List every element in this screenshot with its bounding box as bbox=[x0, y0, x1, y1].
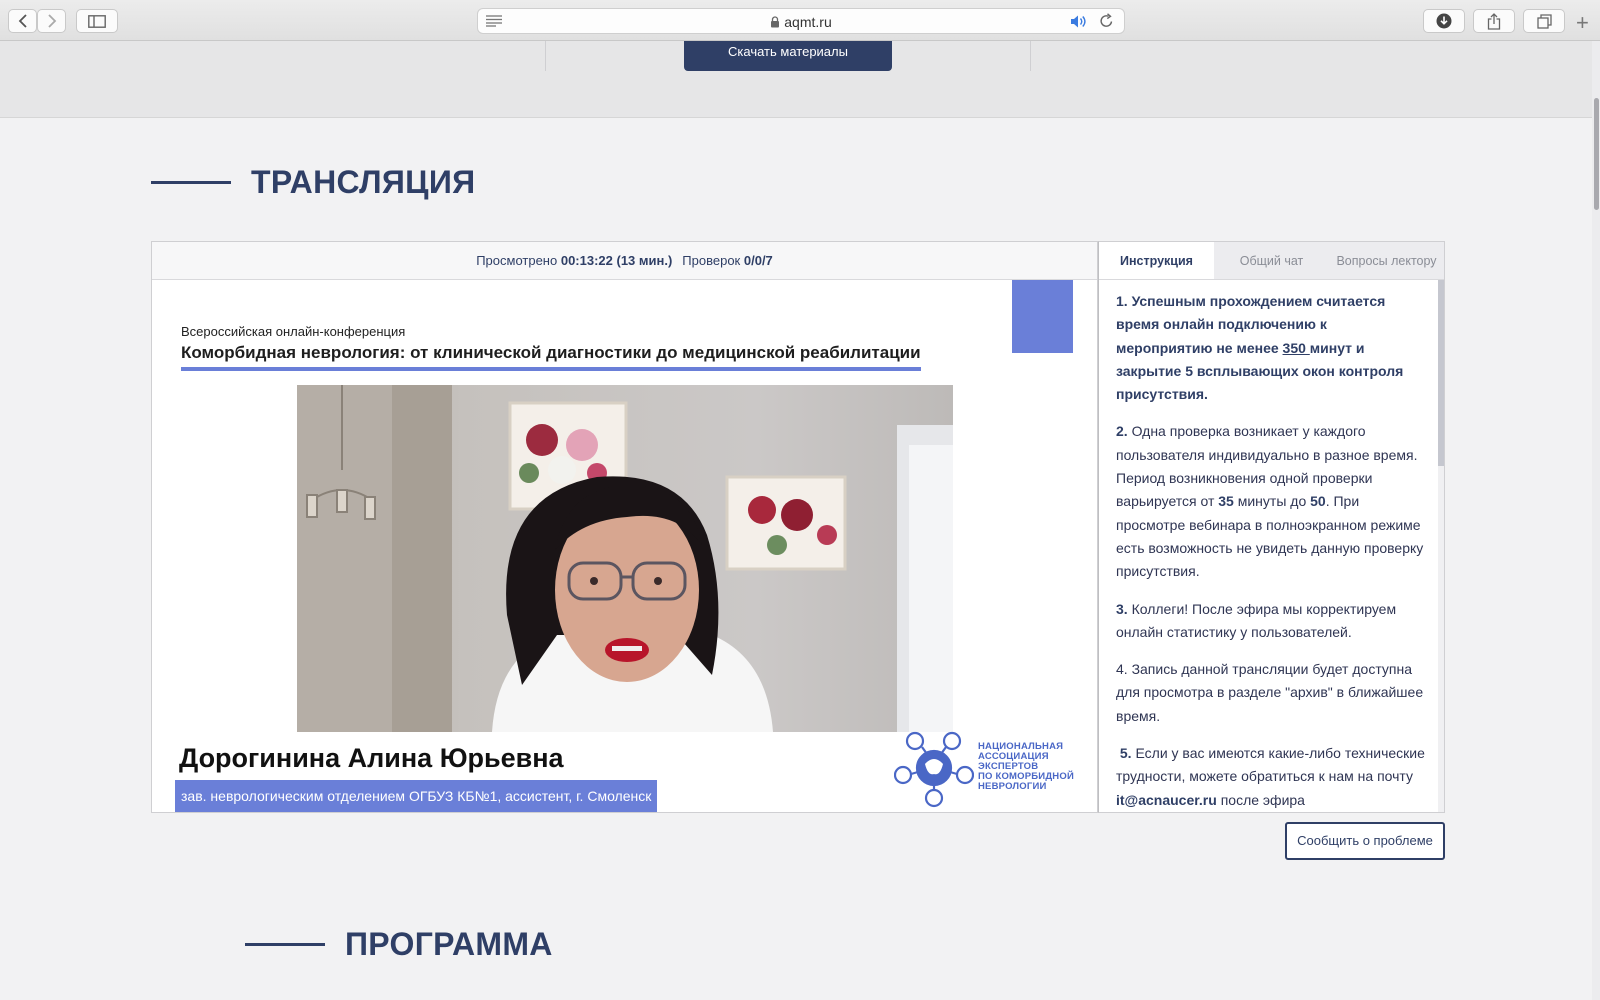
reload-icon[interactable] bbox=[1099, 13, 1114, 29]
association-logo: НАЦИОНАЛЬНАЯ АССОЦИАЦИЯ ЭКСПЕРТОВ ПО КОМ… bbox=[893, 730, 1094, 808]
tabs-overview-button[interactable] bbox=[1523, 9, 1565, 33]
watched-label: Просмотрено bbox=[476, 253, 558, 268]
tab-questions[interactable]: Вопросы лектору bbox=[1329, 242, 1444, 279]
decor-block bbox=[1012, 280, 1073, 353]
chevron-right-icon bbox=[47, 14, 56, 28]
heading-bar bbox=[151, 181, 231, 184]
share-icon bbox=[1487, 12, 1501, 30]
conference-type: Всероссийская онлайн-конференция bbox=[181, 324, 406, 339]
support-email-link[interactable]: it@acnaucer.ru bbox=[1116, 792, 1217, 808]
download-icon bbox=[1436, 13, 1452, 29]
speaker-name: Дорогинина Алина Юрьевна bbox=[179, 743, 564, 773]
program-heading: ПРОГРАММА bbox=[245, 926, 553, 963]
sidebar-toggle-button[interactable] bbox=[76, 9, 118, 33]
window-scrollbar-thumb[interactable] bbox=[1594, 98, 1599, 210]
tab-general-chat[interactable]: Общий чат bbox=[1214, 242, 1329, 279]
brain-logo-icon bbox=[893, 731, 975, 808]
watched-value: 00:13:22 (13 мин.) bbox=[560, 253, 673, 268]
new-tab-button[interactable]: + bbox=[1576, 12, 1589, 34]
panel-scrollbar-thumb[interactable] bbox=[1438, 280, 1444, 466]
broadcast-title: ТРАНСЛЯЦИЯ bbox=[251, 164, 476, 200]
side-tabs: Инструкция Общий чат Вопросы лектору bbox=[1099, 242, 1444, 280]
side-panel: Инструкция Общий чат Вопросы лектору 1. … bbox=[1098, 241, 1445, 813]
conference-title: Коморбидная неврология: от клинической д… bbox=[181, 343, 921, 371]
instruction-3: 3. Коллеги! После эфира мы корректируем … bbox=[1116, 600, 1397, 640]
forward-button[interactable] bbox=[37, 9, 66, 33]
heading-bar bbox=[245, 943, 325, 946]
instruction-1: 1. Успешным прохождением считается время… bbox=[1116, 293, 1404, 403]
speaker-role: зав. неврологическим отделением ОГБУЗ КБ… bbox=[175, 780, 658, 812]
speaker-icon[interactable] bbox=[1070, 14, 1088, 29]
address-bar[interactable]: aqmt.ru bbox=[477, 8, 1125, 34]
instruction-2: 2. Одна проверка возникает у каждого пол… bbox=[1116, 423, 1424, 580]
instructions-text: 1. Успешным прохождением считается время… bbox=[1116, 290, 1426, 812]
speaker-video bbox=[297, 385, 953, 732]
checks-label: Проверок bbox=[682, 253, 741, 268]
video-player[interactable]: Просмотрено 00:13:22 (13 мин.) Проверок … bbox=[151, 241, 1098, 813]
player-stats: Просмотрено 00:13:22 (13 мин.) Проверок … bbox=[152, 242, 1097, 280]
program-title: ПРОГРАММА bbox=[345, 926, 553, 962]
instruction-5: 5. Если у вас имеются какие-либо техниче… bbox=[1116, 745, 1425, 808]
url-text: aqmt.ru bbox=[784, 14, 832, 30]
instruction-4: 4. Запись данной трансляции будет доступ… bbox=[1116, 661, 1424, 724]
speaker-video-frame bbox=[297, 385, 953, 732]
lock-icon bbox=[771, 16, 780, 28]
share-button[interactable] bbox=[1473, 9, 1515, 33]
divider bbox=[545, 41, 546, 71]
chevron-left-icon bbox=[18, 14, 27, 28]
browser-toolbar: aqmt.ru + bbox=[0, 0, 1600, 41]
downloads-button[interactable] bbox=[1423, 9, 1465, 33]
broadcast-heading: ТРАНСЛЯЦИЯ bbox=[151, 164, 475, 201]
back-button[interactable] bbox=[8, 9, 37, 33]
sidebar-icon bbox=[88, 14, 106, 28]
download-materials-button[interactable]: Скачать материалы bbox=[684, 41, 892, 71]
checks-value: 0/0/7 bbox=[743, 253, 773, 268]
logo-text: НАЦИОНАЛЬНАЯ АССОЦИАЦИЯ ЭКСПЕРТОВ ПО КОМ… bbox=[978, 741, 1074, 792]
divider bbox=[1030, 41, 1031, 71]
tabs-icon bbox=[1536, 13, 1552, 29]
report-problem-button[interactable]: Сообщить о проблеме bbox=[1285, 822, 1445, 860]
broadcast-slide: Всероссийская онлайн-конференция Коморби… bbox=[152, 280, 1097, 812]
tab-instructions[interactable]: Инструкция bbox=[1099, 242, 1214, 279]
